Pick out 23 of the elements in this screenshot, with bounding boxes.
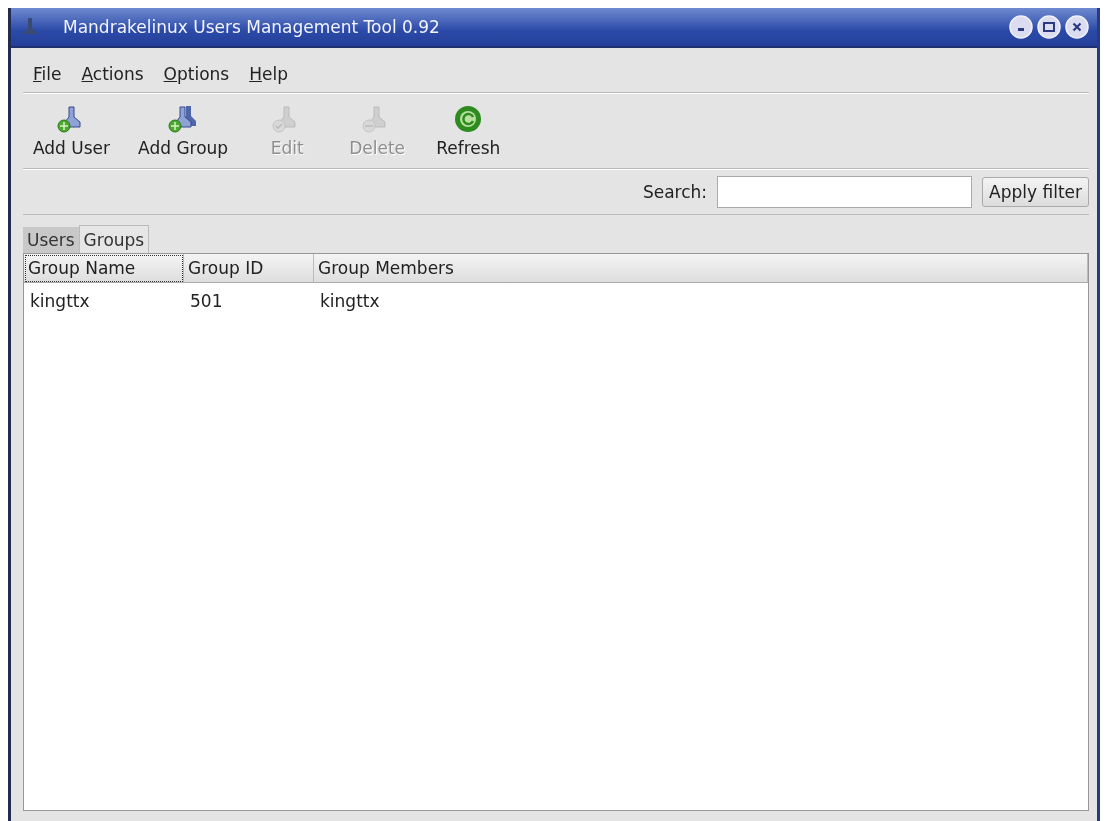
menu-item[interactable]: Actions <box>75 62 150 86</box>
close-icon[interactable] <box>1065 15 1089 39</box>
column-header[interactable]: Group Members <box>314 254 1088 283</box>
tab[interactable]: Groups <box>78 225 150 253</box>
search-label: Search: <box>642 182 708 202</box>
table-cell-text: kingttx <box>319 290 381 313</box>
table-cell-text: kingttx <box>29 290 91 313</box>
maximize-icon[interactable] <box>1037 15 1061 39</box>
toolbar-button[interactable]: Refresh <box>432 102 505 160</box>
column-header[interactable]: Group ID <box>184 254 314 283</box>
toolbar-button[interactable]: Add User <box>29 102 115 160</box>
table-cell-text: 501 <box>189 290 224 313</box>
refresh-icon <box>453 104 484 134</box>
tab[interactable]: Users <box>23 227 79 253</box>
menu-item[interactable]: Help <box>243 62 294 86</box>
apply-filter-button[interactable]: Apply filter <box>982 177 1089 207</box>
menu-item[interactable]: Options <box>157 62 236 86</box>
minimize-icon[interactable] <box>1009 15 1033 39</box>
column-header[interactable]: Group Name <box>24 254 184 283</box>
menu-item[interactable]: File <box>27 62 68 86</box>
toolbar-button[interactable]: Add Group <box>134 102 233 160</box>
search-field[interactable] <box>717 176 973 208</box>
window-title: Mandrakelinux Users Management Tool 0.92 <box>63 17 441 37</box>
